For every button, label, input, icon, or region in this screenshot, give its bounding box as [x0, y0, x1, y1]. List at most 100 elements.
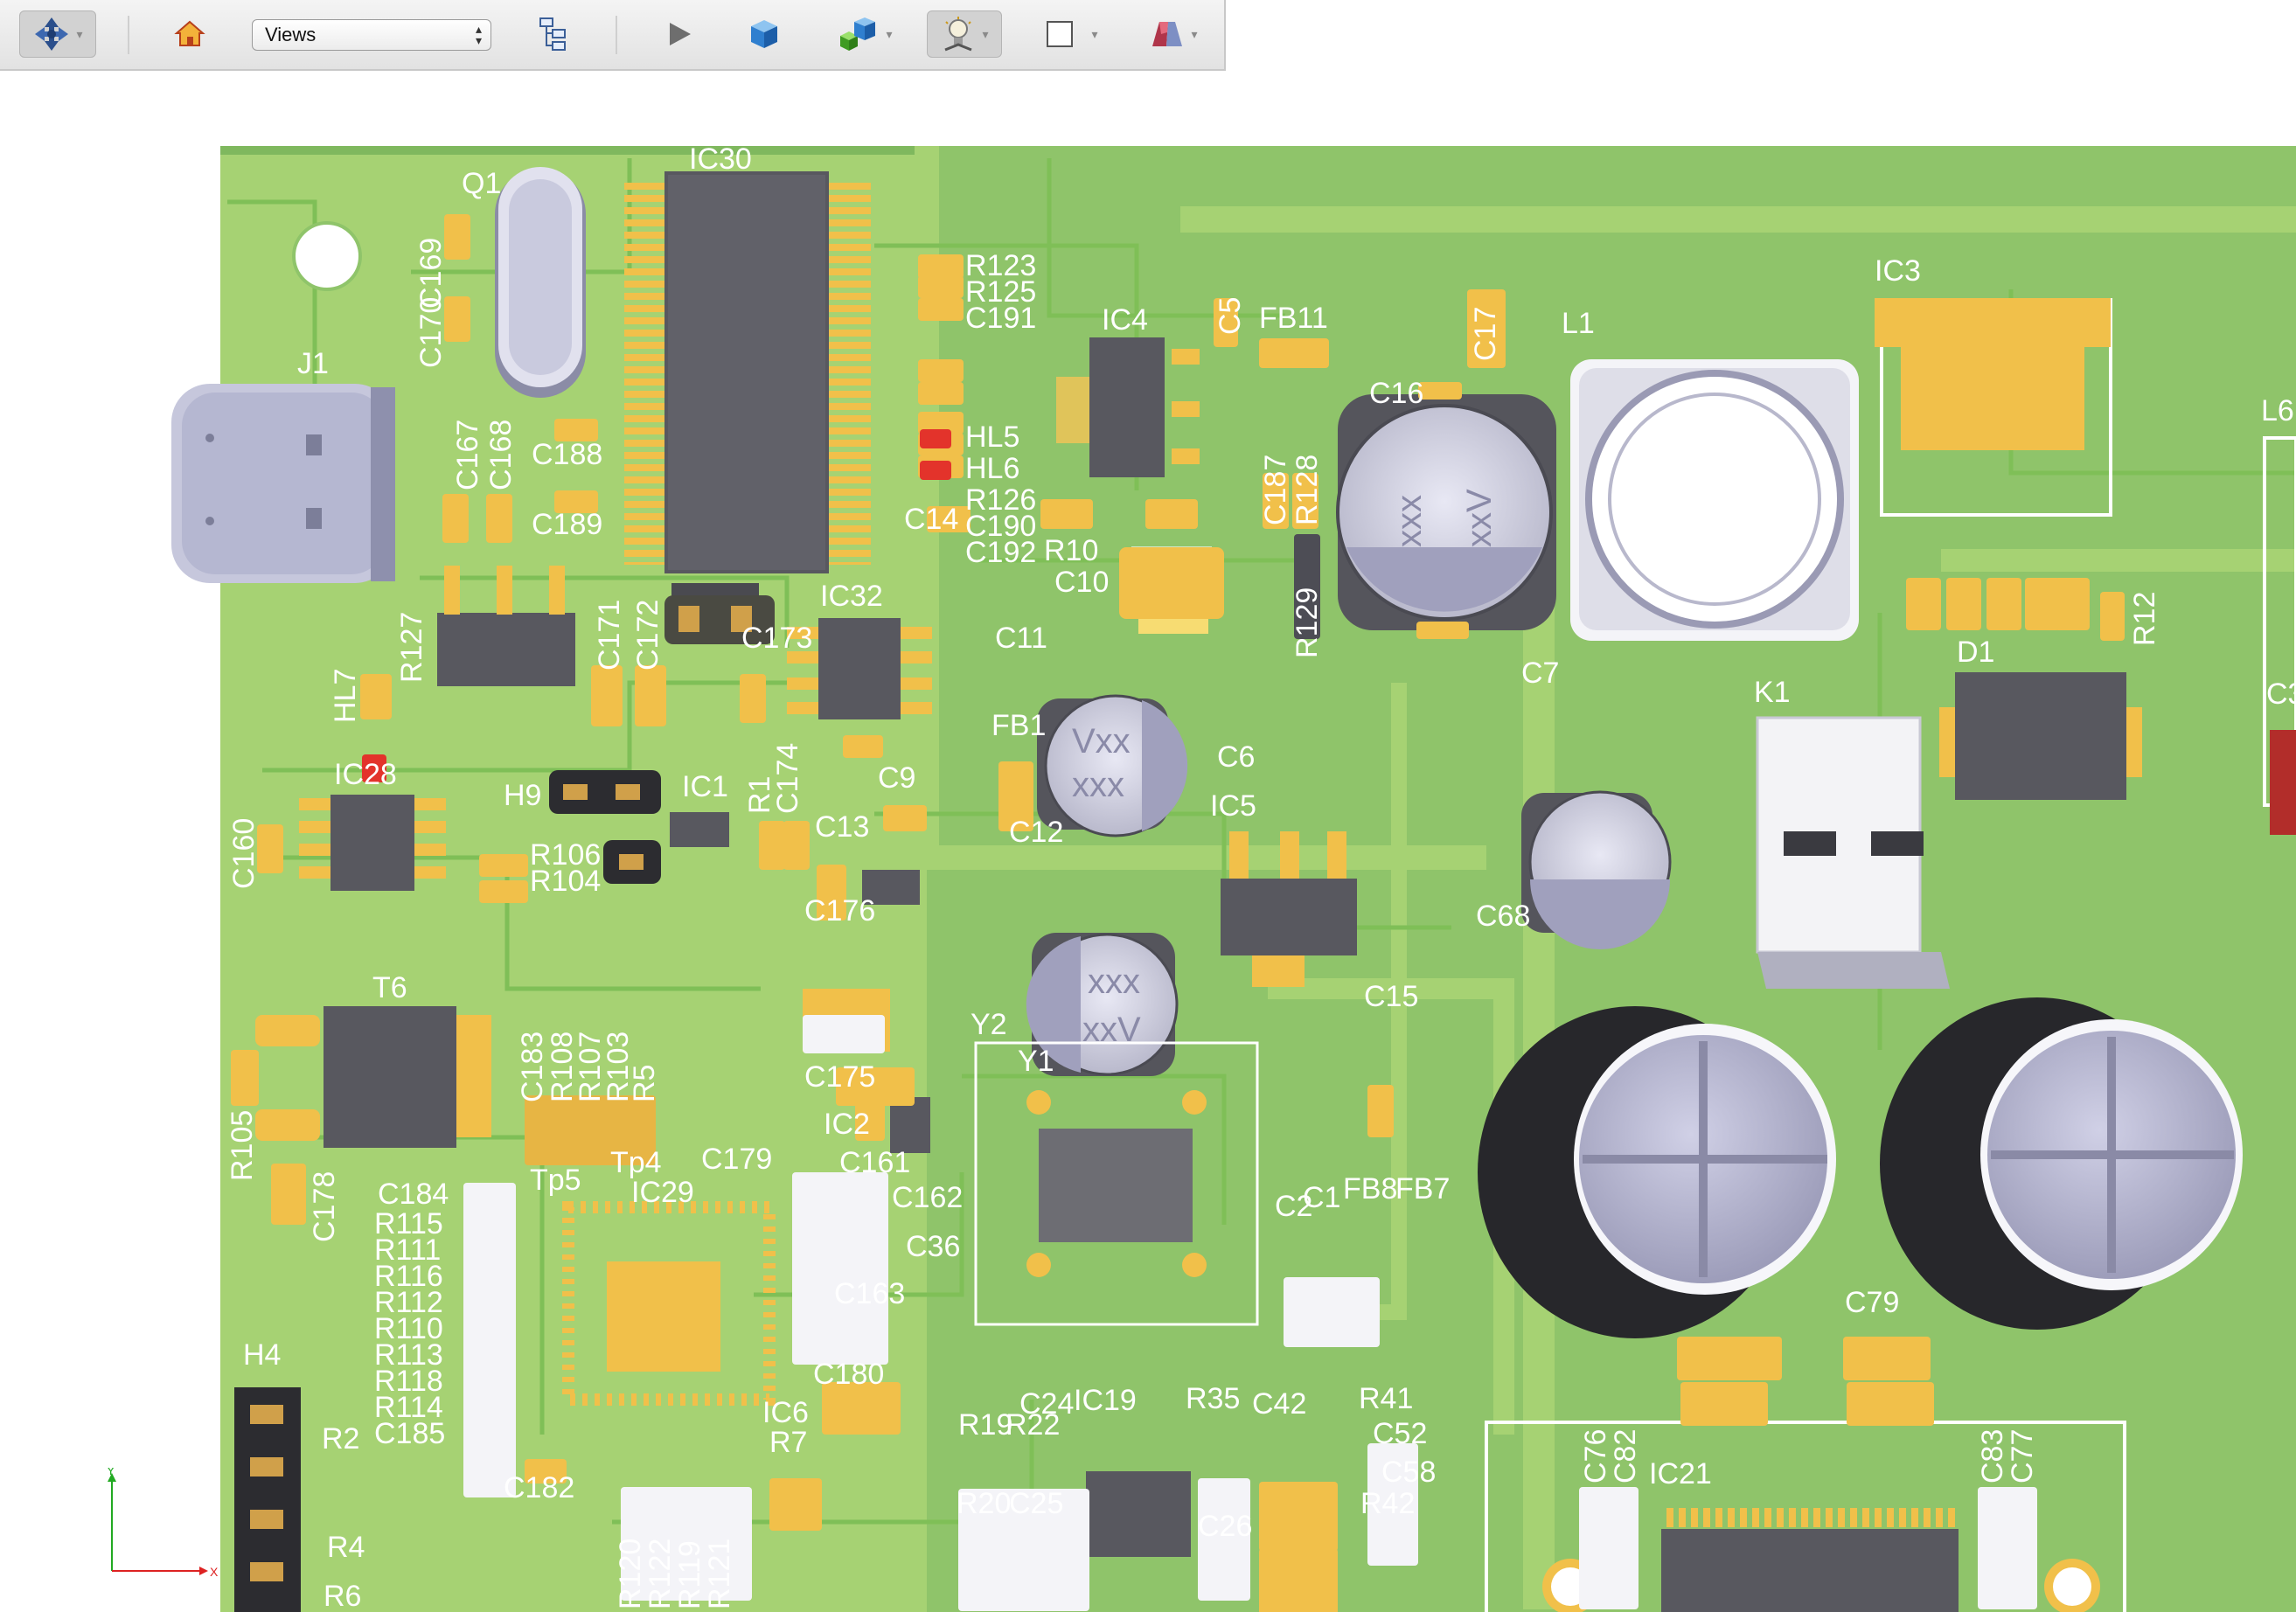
label-ic32: IC32	[820, 580, 883, 613]
model-tree-button[interactable]	[530, 10, 579, 58]
label-c68: C68	[1476, 900, 1530, 933]
axis-x-label: X	[210, 1565, 219, 1579]
label-j1: J1	[297, 347, 329, 380]
view-orientation-button[interactable]: ▾	[19, 10, 96, 58]
display-style-button[interactable]	[740, 10, 789, 58]
label-c168: C168	[484, 420, 518, 490]
label-r42: R42	[1360, 1487, 1415, 1520]
label-c15: C15	[1364, 980, 1418, 1013]
label-c12: C12	[1009, 816, 1063, 849]
label-r122: R122	[644, 1539, 677, 1609]
views-select[interactable]: Views ▴ ▾	[252, 19, 491, 51]
cap-marking: xxx	[1390, 495, 1429, 547]
toolbar-separator	[128, 16, 129, 54]
diode-d1	[1939, 672, 2142, 800]
label-t6: T6	[372, 971, 407, 1004]
label-r4: R4	[327, 1531, 365, 1564]
chevron-down-icon: ▾	[1091, 26, 1098, 41]
label-c182: C182	[504, 1471, 574, 1504]
views-select-label: Views	[265, 24, 317, 45]
label-r1: R1	[743, 776, 776, 814]
label-tp4: Tp4	[610, 1146, 662, 1179]
label-c11: C11	[995, 622, 1047, 655]
cap-marking: xxx	[1072, 766, 1124, 804]
label-r10: R10	[1044, 534, 1098, 567]
label-tp5: Tp5	[530, 1164, 581, 1197]
cap-c16: xxx xxV	[1336, 394, 1556, 630]
label-fb11: FB11	[1259, 302, 1328, 335]
cap-marking: Vxx	[1072, 722, 1131, 761]
label-c183: C183	[516, 1032, 549, 1102]
home-view-button[interactable]	[168, 10, 212, 58]
label-r2: R2	[322, 1422, 359, 1456]
label-c161: C161	[839, 1146, 910, 1179]
label-c52: C52	[1373, 1417, 1427, 1450]
label-y1: Y1	[1018, 1045, 1054, 1078]
label-ic1: IC1	[682, 770, 728, 803]
play-icon	[670, 23, 691, 45]
label-c16: C16	[1369, 377, 1423, 410]
chevron-down-icon: ▾	[76, 26, 83, 41]
chevron-down-icon: ▾	[886, 26, 893, 41]
label-h4: H4	[243, 1338, 281, 1372]
cubes-icon	[840, 17, 876, 51]
label-r127: R127	[395, 612, 428, 683]
label-c26: C26	[1198, 1510, 1252, 1543]
label-c42: C42	[1252, 1387, 1306, 1421]
viewer-toolbar: ▾ Views ▴ ▾ ▾ ▾ ▾ ▾	[0, 0, 1226, 71]
label-c189: C189	[532, 508, 602, 541]
lightbulb-icon	[944, 17, 973, 52]
label-l1: L1	[1562, 307, 1595, 340]
label-fb7: FB7	[1395, 1172, 1450, 1206]
label-r120: R120	[614, 1539, 647, 1609]
label-c176: C176	[804, 894, 875, 928]
label-c3: C3	[2266, 677, 2296, 711]
ic29-chip	[562, 1201, 776, 1406]
label-y2: Y2	[971, 1008, 1007, 1041]
label-c77: C77	[2006, 1429, 2039, 1483]
cube-icon	[751, 20, 777, 48]
chevron-down-icon: ▾	[982, 26, 989, 41]
label-r5: R5	[628, 1065, 661, 1102]
label-r22: R22	[1005, 1408, 1060, 1442]
background-button[interactable]: ▾	[1033, 10, 1109, 58]
label-c192: C192	[965, 536, 1036, 569]
label-r41: R41	[1359, 1382, 1413, 1415]
label-c10: C10	[1054, 566, 1109, 599]
label-r6: R6	[324, 1580, 361, 1612]
pcb-board-view[interactable]: xxx xxV Vxx xxx xxx xxV IC30 Q1 C169 C17…	[0, 71, 2296, 1612]
label-ic5: IC5	[1210, 789, 1256, 823]
label-ic6: IC6	[762, 1396, 809, 1429]
label-c173: C173	[741, 622, 812, 655]
label-c13: C13	[815, 810, 869, 844]
lighting-button[interactable]: ▾	[927, 10, 1002, 58]
label-c76: C76	[1579, 1429, 1612, 1483]
3d-viewport[interactable]: xxx xxV Vxx xxx xxx xxV IC30 Q1 C169 C17…	[0, 71, 2296, 1612]
label-c25: C25	[1009, 1487, 1063, 1520]
label-ic4: IC4	[1102, 303, 1148, 337]
label-r20: R20	[957, 1487, 1011, 1520]
section-view-button[interactable]: ▾	[824, 10, 902, 58]
updown-arrows-icon: ▴ ▾	[475, 22, 482, 47]
label-c172: C172	[631, 600, 664, 671]
label-d1: D1	[1957, 636, 1994, 669]
label-ic29: IC29	[631, 1176, 694, 1209]
cap-c7	[1521, 790, 1672, 949]
usb-c-connector	[171, 384, 395, 583]
label-h9: H9	[504, 779, 541, 812]
label-fb8: FB8	[1343, 1172, 1397, 1206]
move-arrows-icon	[35, 17, 69, 51]
chevron-down-icon: ▾	[1191, 26, 1198, 41]
label-ic28: IC28	[334, 758, 397, 791]
label-r121: R121	[703, 1539, 736, 1609]
header-h4	[234, 1387, 301, 1612]
label-c175: C175	[804, 1060, 875, 1094]
axis-y-label: Y	[107, 1468, 115, 1477]
cap-marking: xxV	[1460, 489, 1499, 547]
material-button[interactable]: ▾	[1135, 10, 1210, 58]
label-q1: Q1	[462, 167, 501, 200]
label-r7: R7	[769, 1426, 807, 1459]
home-icon	[174, 20, 205, 46]
play-animation-button[interactable]	[656, 10, 703, 58]
relay-k1	[1756, 716, 1950, 989]
